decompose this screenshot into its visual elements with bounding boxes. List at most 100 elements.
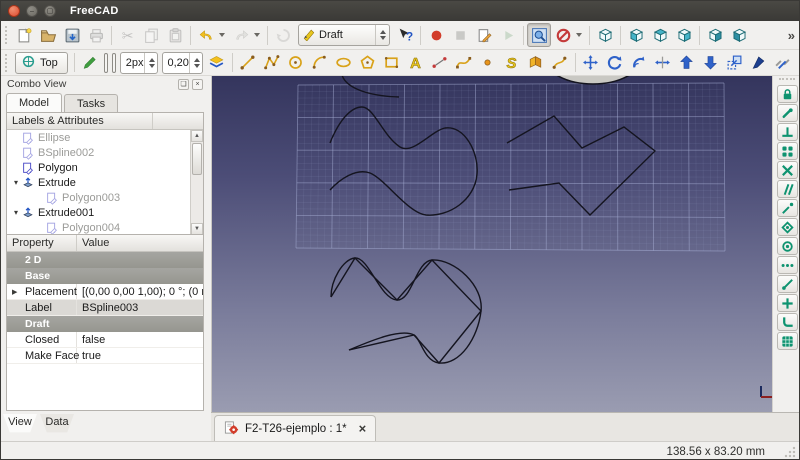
draft-rectangle-button[interactable] bbox=[380, 51, 404, 75]
paste-button[interactable] bbox=[163, 23, 187, 47]
draft-dimension-button[interactable] bbox=[428, 51, 452, 75]
view-rear-button[interactable] bbox=[703, 23, 727, 47]
scroll-up-icon[interactable]: ▲ bbox=[191, 130, 203, 142]
document-tab[interactable]: F2-T26-ejemplo : 1* × bbox=[214, 415, 376, 441]
property-row[interactable]: Closedfalse bbox=[7, 332, 203, 348]
draft-downgrade-button[interactable] bbox=[699, 51, 723, 75]
title-bar[interactable]: – ▢ FreeCAD bbox=[1, 1, 799, 21]
close-window-button[interactable] bbox=[8, 5, 20, 17]
box-zoom-button[interactable] bbox=[527, 23, 551, 47]
snap-angle-button[interactable] bbox=[777, 275, 798, 293]
snap-special-button[interactable] bbox=[777, 294, 798, 312]
snap-midpoint-button[interactable] bbox=[777, 218, 798, 236]
toolbar-handle[interactable] bbox=[779, 78, 795, 83]
line-color-swatch[interactable] bbox=[104, 53, 108, 73]
draft-wire-button[interactable] bbox=[260, 51, 284, 75]
spinner-icon[interactable] bbox=[375, 25, 386, 45]
draft-move-button[interactable] bbox=[579, 51, 603, 75]
tree-header[interactable]: Labels & Attributes bbox=[7, 113, 203, 130]
toolbar-overflow-icon[interactable]: » bbox=[788, 28, 795, 43]
view-axonometric-button[interactable] bbox=[593, 23, 617, 47]
copy-button[interactable] bbox=[139, 23, 163, 47]
tree-item[interactable]: Polygon bbox=[7, 160, 203, 175]
draft-upgrade-button[interactable] bbox=[675, 51, 699, 75]
construction-mode-button[interactable] bbox=[78, 51, 102, 75]
redo-button[interactable] bbox=[229, 23, 253, 47]
tab-tasks[interactable]: Tasks bbox=[64, 94, 118, 112]
view-front-button[interactable] bbox=[624, 23, 648, 47]
property-header[interactable]: Property Value bbox=[7, 235, 203, 252]
draft-subelement-button[interactable] bbox=[771, 51, 795, 75]
tab-view[interactable]: View bbox=[3, 414, 37, 434]
maximize-window-button[interactable]: ▢ bbox=[44, 5, 56, 17]
snap-dimensions-button[interactable] bbox=[777, 256, 798, 274]
workbench-selector[interactable]: Draft bbox=[298, 24, 390, 46]
apply-style-button[interactable] bbox=[205, 51, 229, 75]
expand-icon[interactable]: ▶ bbox=[12, 288, 17, 296]
tree-item[interactable]: Ellipse bbox=[7, 130, 203, 145]
view-right-button[interactable] bbox=[672, 23, 696, 47]
minimize-window-button[interactable]: – bbox=[26, 5, 38, 17]
view-top-button[interactable] bbox=[648, 23, 672, 47]
tree-item[interactable]: BSpline002 bbox=[7, 145, 203, 160]
draft-shapestring-button[interactable]: S bbox=[500, 51, 524, 75]
whats-this-button[interactable]: ? bbox=[393, 23, 417, 47]
3d-viewport[interactable]: x bbox=[211, 76, 772, 412]
draft-to-sketch-button[interactable] bbox=[548, 51, 572, 75]
property-row[interactable]: LabelBSpline003 bbox=[7, 300, 203, 316]
tab-model[interactable]: Model bbox=[6, 93, 62, 112]
snap-lock-button[interactable] bbox=[777, 85, 798, 103]
draft-bspline-button[interactable] bbox=[452, 51, 476, 75]
macro-record-button[interactable] bbox=[424, 23, 448, 47]
tree-item[interactable]: ▾Extrude001 bbox=[7, 205, 203, 220]
resize-grip[interactable] bbox=[783, 445, 796, 458]
tree-item[interactable]: Polygon004 bbox=[7, 220, 203, 235]
draft-edit-button[interactable] bbox=[747, 51, 771, 75]
draft-trimex-button[interactable] bbox=[651, 51, 675, 75]
collapse-icon[interactable]: ▾ bbox=[11, 208, 21, 217]
undo-menu-icon[interactable] bbox=[219, 33, 225, 37]
toggle-grid-button[interactable] bbox=[777, 332, 798, 350]
close-panel-icon[interactable]: × bbox=[192, 79, 203, 90]
macro-play-button[interactable] bbox=[496, 23, 520, 47]
toolbar-handle[interactable] bbox=[5, 26, 10, 44]
float-panel-icon[interactable]: ❏ bbox=[178, 79, 189, 90]
toolbar-handle[interactable] bbox=[5, 54, 10, 72]
view-bottom-button[interactable] bbox=[727, 23, 751, 47]
redo-menu-icon[interactable] bbox=[254, 33, 260, 37]
open-document-button[interactable] bbox=[36, 23, 60, 47]
draft-arc-button[interactable] bbox=[308, 51, 332, 75]
snap-endpoint-button[interactable] bbox=[777, 104, 798, 122]
snap-grid-button[interactable] bbox=[777, 142, 798, 160]
draft-circle-button[interactable] bbox=[284, 51, 308, 75]
macro-stop-button[interactable] bbox=[448, 23, 472, 47]
snap-parallel-button[interactable] bbox=[777, 180, 798, 198]
tab-data[interactable]: Data bbox=[40, 414, 74, 434]
snap-extension-button[interactable] bbox=[777, 199, 798, 217]
snap-perpendicular-button[interactable] bbox=[777, 123, 798, 141]
scroll-thumb[interactable] bbox=[192, 143, 202, 175]
tree-item[interactable]: ▾Extrude bbox=[7, 175, 203, 190]
draft-offset-button[interactable] bbox=[627, 51, 651, 75]
refresh-button[interactable] bbox=[271, 23, 295, 47]
new-document-button[interactable] bbox=[12, 23, 36, 47]
collapse-icon[interactable]: ▾ bbox=[11, 178, 21, 187]
tree-item[interactable]: Polygon003 bbox=[7, 190, 203, 205]
draft-point-button[interactable] bbox=[476, 51, 500, 75]
draw-style-button[interactable] bbox=[551, 23, 575, 47]
snap-intersection-button[interactable] bbox=[777, 161, 798, 179]
draft-line-button[interactable] bbox=[236, 51, 260, 75]
spinner-icon[interactable] bbox=[144, 53, 155, 73]
close-document-icon[interactable]: × bbox=[359, 422, 367, 435]
line-width[interactable]: 2px bbox=[120, 52, 158, 74]
draft-ellipse-button[interactable] bbox=[332, 51, 356, 75]
draft-rotate-button[interactable] bbox=[603, 51, 627, 75]
property-row[interactable]: ▶Placement[(0,00 0,00 1,00); 0 °; (0 m..… bbox=[7, 284, 203, 300]
macro-edit-button[interactable] bbox=[472, 23, 496, 47]
cut-button[interactable]: ✂ bbox=[115, 23, 139, 47]
spinner-icon[interactable] bbox=[189, 53, 200, 73]
undo-button[interactable] bbox=[194, 23, 218, 47]
snap-center-button[interactable] bbox=[777, 237, 798, 255]
face-color-swatch[interactable] bbox=[112, 53, 116, 73]
draft-polygon-button[interactable] bbox=[356, 51, 380, 75]
